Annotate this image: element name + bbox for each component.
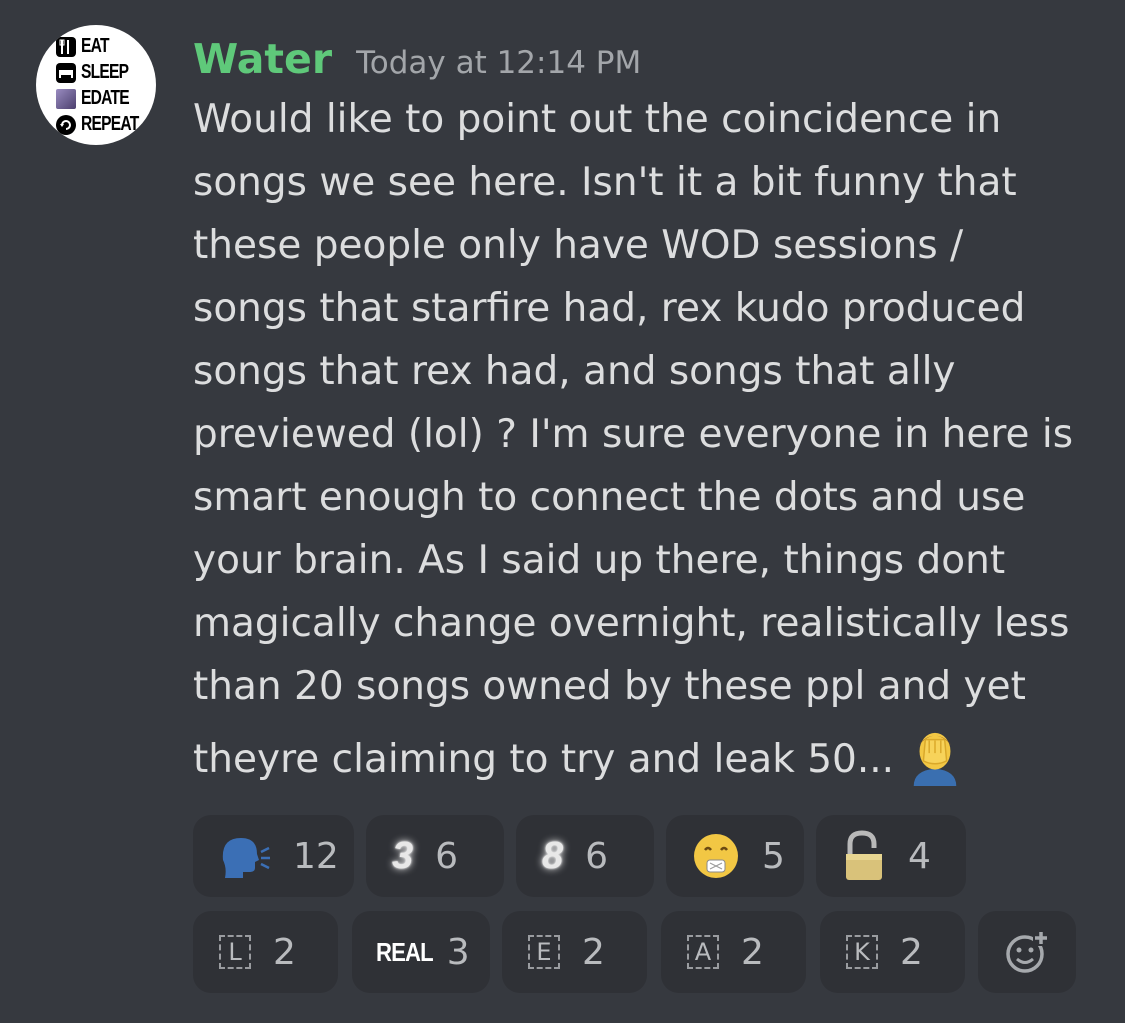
message-line: than 20 songs owned by these ppl and yet — [193, 664, 1026, 709]
message-line: these people only have WOD sessions / — [193, 223, 964, 268]
reaction-eight[interactable]: 8 6 — [516, 815, 654, 897]
reaction-letter-e[interactable]: E 2 — [502, 911, 647, 993]
regional-letter-a: A — [687, 935, 719, 969]
glowing-three-emoji: 3 — [392, 834, 414, 877]
timestamp[interactable]: Today at 12:14 PM — [356, 38, 641, 88]
speaking-head-emoji — [219, 834, 271, 878]
facepalm-emoji — [913, 732, 957, 786]
picture-icon — [56, 88, 76, 109]
real-text-emoji: REAL — [376, 936, 434, 967]
reaction-three[interactable]: 3 6 — [366, 815, 504, 897]
message-line: previewed (lol) ? I'm sure everyone in h… — [193, 412, 1074, 457]
user-avatar[interactable]: EAT SLEEP EDATE REPEAT — [36, 25, 156, 145]
reaction-letter-l[interactable]: L 2 — [193, 911, 338, 993]
message-line: your brain. As I said up there, things d… — [193, 538, 1006, 583]
message-line: Would like to point out the coincidence … — [193, 97, 1002, 142]
avatar-line-repeat: REPEAT — [56, 112, 155, 137]
add-reaction-button[interactable] — [978, 911, 1076, 993]
reaction-money-mouth[interactable]: 5 — [666, 815, 804, 897]
avatar-line-sleep: SLEEP — [56, 60, 142, 85]
reaction-real[interactable]: REAL 3 — [352, 911, 490, 993]
money-mouth-emoji — [692, 832, 740, 880]
add-reaction-icon — [1006, 930, 1049, 973]
message-header: Water Today at 12:14 PM — [193, 34, 641, 88]
regional-letter-k: K — [846, 935, 878, 969]
glowing-eight-emoji: 8 — [542, 834, 564, 877]
message-line-last: theyre claiming to try and leak 50... — [193, 728, 1113, 791]
message-line: songs that rex had, and songs that ally — [193, 349, 956, 394]
lock-open-emoji — [842, 830, 886, 882]
regional-letter-l: L — [219, 935, 251, 969]
message-line: magically change overnight, realisticall… — [193, 601, 1070, 646]
message-line: smart enough to connect the dots and use — [193, 475, 1026, 520]
avatar-line-eat: EAT — [56, 34, 117, 59]
avatar-line-edate: EDATE — [56, 86, 142, 111]
reaction-letter-a[interactable]: A 2 — [661, 911, 806, 993]
regional-letter-e: E — [528, 935, 560, 969]
message-content: Would like to point out the coincidence … — [193, 88, 1113, 791]
reaction-speaking-head[interactable]: 12 — [193, 815, 354, 897]
bed-icon — [56, 62, 76, 83]
repeat-icon — [56, 114, 76, 135]
reaction-lock-open[interactable]: 4 — [816, 815, 966, 897]
reaction-letter-k[interactable]: K 2 — [820, 911, 965, 993]
fork-knife-icon — [56, 36, 76, 57]
message-line: songs we see here. Isn't it a bit funny … — [193, 160, 1017, 205]
username[interactable]: Water — [193, 34, 332, 84]
message-line: songs that starfire had, rex kudo produc… — [193, 286, 1026, 331]
